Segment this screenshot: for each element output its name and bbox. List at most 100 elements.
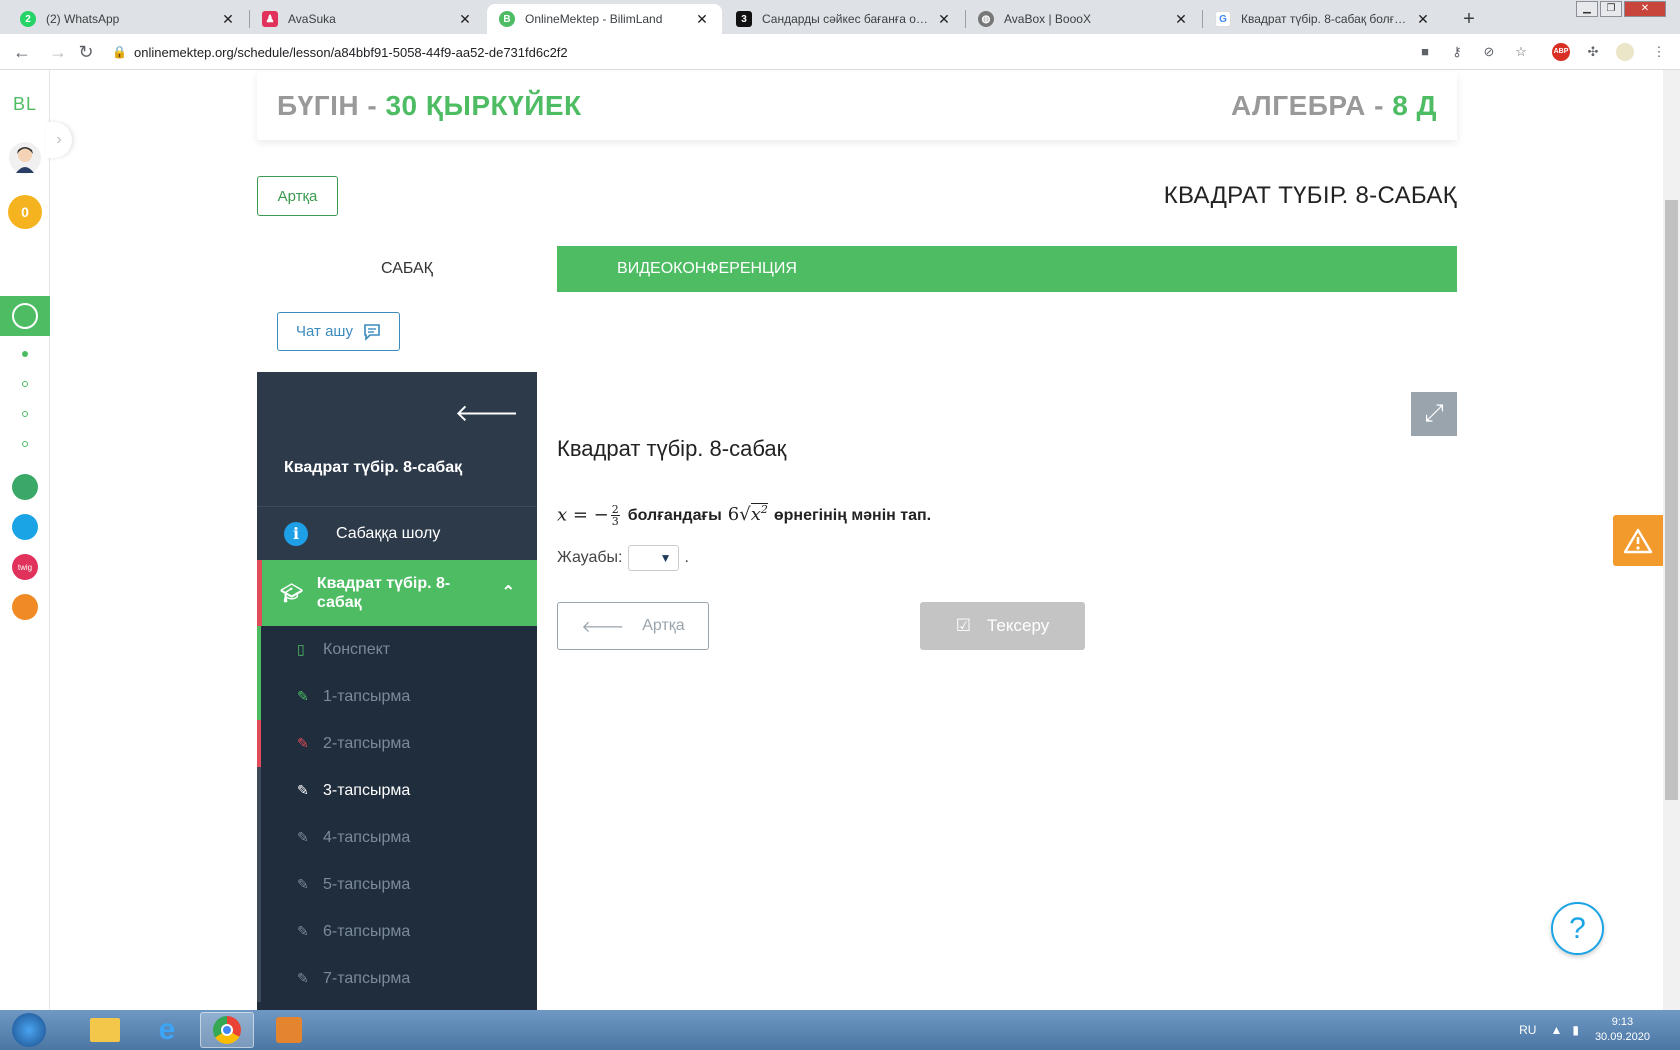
- sidebar-title: Квадрат түбір. 8-сабақ: [284, 459, 463, 476]
- answer-period: .: [684, 549, 689, 566]
- address-bar[interactable]: 🔒 onlinemektep.org/schedule/lesson/a84bb…: [112, 38, 1402, 66]
- expand-rail-chevron-icon[interactable]: ›: [46, 122, 72, 158]
- browser-tab-avasuka[interactable]: ♟ AvaSuka ✕: [250, 4, 485, 34]
- reload-icon[interactable]: ↻: [74, 40, 98, 64]
- answer-row: Жауабы: ▼ .: [557, 545, 689, 571]
- internet-explorer-icon[interactable]: e: [140, 1012, 194, 1048]
- collapse-sidebar-arrow-icon[interactable]: 🡐: [455, 398, 519, 428]
- forward-arrow-icon[interactable]: →: [46, 40, 70, 64]
- question-text: болғандағы: [627, 507, 722, 524]
- tab-lesson[interactable]: САБАҚ: [257, 246, 557, 292]
- bilimland-app-icon[interactable]: [0, 474, 50, 500]
- scrollbar-thumb[interactable]: [1665, 200, 1678, 800]
- close-tab-icon[interactable]: ✕: [1415, 11, 1431, 28]
- tab-videoconference[interactable]: ВИДЕОКОНФЕРЕНЦИЯ: [557, 246, 857, 292]
- question-tail: өрнегінің мәнін тап.: [773, 507, 932, 524]
- bl-logo[interactable]: BL: [0, 92, 50, 116]
- new-tab-button[interactable]: +: [1455, 6, 1483, 34]
- browser-tab-sandardy[interactable]: 3 Сандарды сәйкес бағанға орна... ✕: [724, 4, 964, 34]
- browser-tab-onlinemektep[interactable]: B OnlineMektep - BilimLand ✕: [487, 4, 722, 34]
- report-warning-button[interactable]: [1613, 515, 1663, 566]
- checkbox-icon: ☑: [955, 616, 971, 635]
- help-question-icon[interactable]: ?: [1551, 902, 1604, 955]
- bilimland-test-icon[interactable]: [0, 514, 50, 540]
- google-icon: G: [1215, 11, 1231, 27]
- back-arrow-icon[interactable]: ←: [10, 40, 34, 64]
- edit-icon: ✎: [297, 829, 309, 845]
- 3-icon: 3: [736, 11, 752, 27]
- camera-icon[interactable]: ■: [1416, 43, 1434, 61]
- browser-tab-avabox[interactable]: ◍ AvaBox | BoooX ✕: [966, 4, 1201, 34]
- today-date: БҮГІН - 30 ҚЫРКҮЙЕК: [277, 90, 582, 122]
- close-tab-icon[interactable]: ✕: [457, 11, 473, 28]
- fullscreen-expand-icon[interactable]: ⤢: [1411, 392, 1457, 436]
- edit-icon: ✎: [297, 923, 309, 939]
- edit-icon: ✎: [297, 782, 309, 798]
- start-button[interactable]: [2, 1012, 56, 1048]
- media-player-icon[interactable]: [262, 1012, 316, 1048]
- close-tab-icon[interactable]: ✕: [220, 11, 236, 28]
- edit-icon: ✎: [297, 688, 309, 704]
- close-tab-icon[interactable]: ✕: [1173, 11, 1189, 28]
- sidebar-item-konspekt[interactable]: ▯ Конспект: [257, 626, 537, 673]
- adblock-icon[interactable]: ABP: [1552, 43, 1570, 61]
- close-tab-icon[interactable]: ✕: [694, 11, 710, 28]
- chrome-icon[interactable]: [200, 1012, 254, 1048]
- clock-date: 30.09.2020: [1594, 1031, 1650, 1043]
- puzzle-icon[interactable]: ✣: [1584, 43, 1602, 61]
- key-icon[interactable]: ⚷: [1448, 43, 1466, 61]
- check-answer-button[interactable]: ☑ Тексеру: [920, 602, 1085, 650]
- sidebar-item-task-6[interactable]: ✎ 6-тапсырма: [257, 908, 537, 955]
- sidebar-item-task-7[interactable]: ✎ 7-тапсырма: [257, 955, 537, 1002]
- rail-dot-2[interactable]: [0, 378, 50, 390]
- math-formula-root: 6√x2: [727, 503, 768, 525]
- file-explorer-icon[interactable]: [78, 1012, 132, 1048]
- page-title: КВАДРАТ ТҮБІР. 8-САБАҚ: [1163, 182, 1457, 209]
- maximize-button[interactable]: ❐: [1600, 1, 1622, 17]
- online-mektep-item[interactable]: [0, 296, 50, 336]
- sidebar-item-task-5[interactable]: ✎ 5-тапсырма: [257, 861, 537, 908]
- subject-prefix: АЛГЕБРА -: [1230, 90, 1393, 121]
- minimize-button[interactable]: ▁: [1576, 1, 1598, 17]
- avatar[interactable]: [0, 140, 50, 176]
- sidebar-item-label: 3-тапсырма: [323, 781, 411, 799]
- left-rail: BL › 0 twig: [0, 70, 72, 1010]
- sidebar-item-task-1[interactable]: ✎ 1-тапсырма: [257, 673, 537, 720]
- language-indicator[interactable]: RU: [1519, 1023, 1536, 1037]
- back-label: Артқа: [642, 617, 685, 634]
- sidebar-item-label: Конспект: [323, 640, 391, 658]
- task-back-button[interactable]: 🡐 Артқа: [557, 602, 709, 650]
- rail-dot-3[interactable]: [0, 408, 50, 420]
- chevron-up-icon[interactable]: ⌃: [502, 582, 515, 602]
- sidebar-item-overview[interactable]: i Сабаққа шолу: [257, 506, 537, 560]
- sidebar-item-task-3[interactable]: ✎ 3-тапсырма: [257, 767, 537, 814]
- menu-dots-icon[interactable]: ⋮: [1650, 43, 1668, 61]
- browser-tab-whatsapp[interactable]: 2 (2) WhatsApp ✕: [8, 4, 248, 34]
- graduation-cap-icon: 🎓︎: [280, 582, 303, 603]
- coins-badge[interactable]: 0: [8, 195, 42, 229]
- edit-icon: ✎: [297, 876, 309, 892]
- sidebar-item-current-lesson[interactable]: 🎓︎ Квадрат түбір. 8-сабақ ⌃: [257, 560, 537, 626]
- sidebar-item-task-4[interactable]: ✎ 4-тапсырма: [257, 814, 537, 861]
- answer-dropdown[interactable]: ▼: [627, 545, 679, 571]
- whatsapp-icon: 2: [20, 11, 36, 27]
- clock[interactable]: 9:13 30.09.2020: [1595, 1015, 1650, 1045]
- sidebar-item-task-2[interactable]: ✎ 2-тапсырма: [257, 720, 537, 767]
- rail-dot-4[interactable]: [0, 438, 50, 450]
- tray-expand-icon[interactable]: ▲: [1550, 1023, 1562, 1037]
- close-window-button[interactable]: ✕: [1624, 1, 1666, 17]
- profile-avatar-icon[interactable]: [1616, 43, 1634, 61]
- imagine-app-icon[interactable]: [0, 594, 50, 620]
- eye-off-icon[interactable]: ⊘: [1480, 43, 1498, 61]
- rail-dot-1[interactable]: [0, 348, 50, 360]
- coins-wrap: 0: [0, 194, 50, 230]
- back-button[interactable]: Артқа: [257, 176, 338, 216]
- close-tab-icon[interactable]: ✕: [936, 11, 952, 28]
- subject-value: 8 Д: [1392, 90, 1437, 121]
- network-icon[interactable]: ▮: [1572, 1023, 1579, 1037]
- twig-app-icon[interactable]: twig: [0, 554, 50, 580]
- browser-tab-google[interactable]: G Квадрат түбір. 8-сабақ болғанд... ✕: [1203, 4, 1443, 34]
- open-chat-button[interactable]: Чат ашу: [277, 312, 400, 351]
- star-icon[interactable]: ☆: [1512, 43, 1530, 61]
- arrow-left-icon: 🡐: [581, 618, 625, 636]
